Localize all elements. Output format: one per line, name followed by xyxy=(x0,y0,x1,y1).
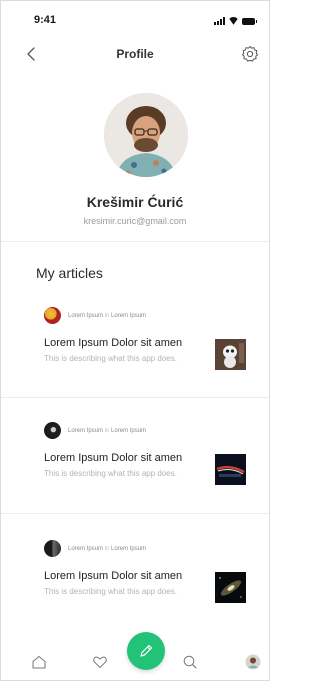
article-publication: Lorem Ipsum xyxy=(111,545,147,552)
article-author: Lorem Ipsum xyxy=(68,427,104,434)
divider xyxy=(1,397,269,398)
in-label: in xyxy=(104,545,110,552)
profile-avatar[interactable] xyxy=(104,93,188,177)
profile-name: Krešimir Ćurić xyxy=(86,194,184,210)
search-icon[interactable] xyxy=(182,654,198,670)
article-author: Lorem Ipsum xyxy=(68,312,104,319)
profile-avatar-icon[interactable] xyxy=(245,654,261,670)
wifi-icon xyxy=(228,17,239,25)
article-title: Lorem Ipsum Dolor sit amen xyxy=(44,570,183,582)
status-time: 9:41 xyxy=(34,14,57,26)
article-card[interactable]: Lorem Ipsum in Lorem Ipsum Lorem Ipsum D… xyxy=(1,412,269,524)
section-title: My articles xyxy=(36,265,103,281)
battery-icon xyxy=(242,18,257,25)
article-description: This is describing what this app does. xyxy=(44,587,177,596)
article-meta: Lorem Ipsum in Lorem Ipsum xyxy=(44,307,146,324)
author-avatar xyxy=(44,307,61,324)
gear-icon[interactable] xyxy=(241,45,259,63)
status-bar: 9:41 xyxy=(1,1,269,29)
compose-button[interactable] xyxy=(127,632,165,670)
article-description: This is describing what this app does. xyxy=(44,354,177,363)
compose-icon xyxy=(140,644,153,657)
article-thumbnail xyxy=(215,339,246,370)
profile-email: kresimir.curic@gmail.com xyxy=(83,216,187,226)
article-publication: Lorem Ipsum xyxy=(111,427,147,434)
article-title: Lorem Ipsum Dolor sit amen xyxy=(44,337,183,349)
article-author: Lorem Ipsum xyxy=(68,545,104,552)
article-title: Lorem Ipsum Dolor sit amen xyxy=(44,452,183,464)
phone-screen: 9:41 Profile Krešimir Ćurić kresimir.cur… xyxy=(0,0,270,681)
heart-icon[interactable] xyxy=(92,654,108,670)
author-avatar xyxy=(44,540,61,557)
article-thumbnail xyxy=(215,572,246,603)
divider xyxy=(1,241,269,242)
profile-photo xyxy=(104,93,188,177)
article-description: This is describing what this app does. xyxy=(44,469,177,478)
divider xyxy=(1,513,269,514)
article-meta: Lorem Ipsum in Lorem Ipsum xyxy=(44,540,146,557)
in-label: in xyxy=(104,312,110,319)
in-label: in xyxy=(104,427,110,434)
author-avatar xyxy=(44,422,61,439)
home-icon[interactable] xyxy=(31,654,47,670)
page-title: Profile xyxy=(116,47,154,61)
article-card[interactable]: Lorem Ipsum in Lorem Ipsum Lorem Ipsum D… xyxy=(1,297,269,409)
nav-bar: Profile xyxy=(1,37,269,71)
article-meta: Lorem Ipsum in Lorem Ipsum xyxy=(44,422,146,439)
signal-icon xyxy=(214,17,225,25)
article-thumbnail xyxy=(215,454,246,485)
article-publication: Lorem Ipsum xyxy=(111,312,147,319)
status-icons xyxy=(214,17,257,25)
article-card[interactable]: Lorem Ipsum in Lorem Ipsum Lorem Ipsum D… xyxy=(1,530,269,642)
